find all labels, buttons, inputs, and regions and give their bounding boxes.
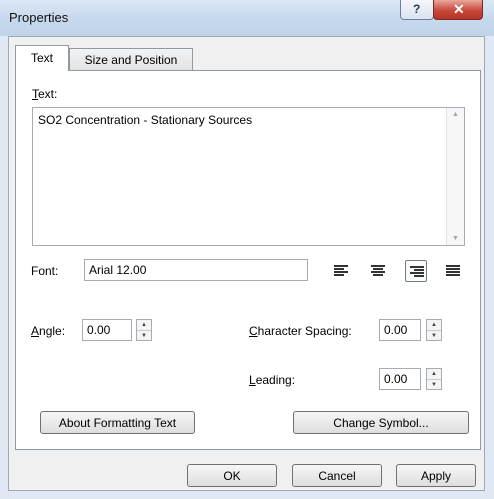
ok-button[interactable]: OK bbox=[187, 464, 277, 487]
close-icon: ✕ bbox=[453, 1, 465, 17]
apply-button[interactable]: Apply bbox=[396, 464, 476, 487]
align-center-button[interactable] bbox=[367, 260, 389, 282]
text-input[interactable]: SO2 Concentration - Stationary Sources ▲… bbox=[32, 107, 465, 246]
character-spacing-spinner[interactable]: ▲ ▼ bbox=[426, 319, 442, 341]
close-button[interactable]: ✕ bbox=[433, 0, 483, 20]
scroll-down-icon[interactable]: ▼ bbox=[452, 235, 459, 242]
dialog-client-area: Text Size and Position Text: SO2 Concent… bbox=[8, 36, 485, 491]
tab-text[interactable]: Text bbox=[15, 45, 69, 71]
about-formatting-text-button[interactable]: About Formatting Text bbox=[40, 411, 195, 434]
ok-label: OK bbox=[223, 469, 241, 483]
properties-dialog: Properties ? ✕ Text Size and Position Te… bbox=[0, 0, 494, 499]
leading-field[interactable]: 0.00 bbox=[379, 368, 421, 390]
align-right-icon bbox=[410, 266, 424, 277]
spin-up-icon[interactable]: ▲ bbox=[137, 320, 151, 331]
spin-up-icon[interactable]: ▲ bbox=[427, 369, 441, 380]
font-label: Font: bbox=[31, 264, 59, 278]
font-field[interactable]: Arial 12.00 bbox=[84, 259, 308, 281]
align-left-button[interactable] bbox=[330, 260, 352, 282]
angle-spinner[interactable]: ▲ ▼ bbox=[136, 319, 152, 341]
text-label: Text: bbox=[32, 87, 58, 101]
scroll-up-icon[interactable]: ▲ bbox=[452, 111, 459, 118]
align-center-icon bbox=[371, 265, 385, 276]
leading-spinner[interactable]: ▲ ▼ bbox=[426, 368, 442, 390]
tab-size-and-position[interactable]: Size and Position bbox=[69, 48, 193, 70]
spin-down-icon[interactable]: ▼ bbox=[427, 380, 441, 390]
window-title: Properties bbox=[9, 10, 69, 25]
text-input-value: SO2 Concentration - Stationary Sources bbox=[38, 113, 253, 127]
change-symbol-label: Change Symbol... bbox=[333, 416, 429, 430]
align-left-icon bbox=[334, 265, 348, 276]
align-right-button[interactable] bbox=[405, 260, 427, 282]
spin-up-icon[interactable]: ▲ bbox=[427, 320, 441, 331]
justify-icon bbox=[446, 265, 460, 276]
help-button[interactable]: ? bbox=[400, 0, 434, 20]
question-mark-icon: ? bbox=[413, 2, 421, 16]
apply-label: Apply bbox=[420, 469, 452, 483]
character-spacing-field[interactable]: 0.00 bbox=[379, 319, 421, 341]
about-formatting-text-label: About Formatting Text bbox=[58, 416, 177, 430]
justify-button[interactable] bbox=[442, 260, 464, 282]
spin-down-icon[interactable]: ▼ bbox=[427, 331, 441, 341]
spin-down-icon[interactable]: ▼ bbox=[137, 331, 151, 341]
character-spacing-label: Character Spacing: bbox=[249, 324, 352, 338]
angle-label: Angle: bbox=[31, 324, 66, 338]
change-symbol-button[interactable]: Change Symbol... bbox=[293, 411, 469, 434]
cancel-label: Cancel bbox=[318, 469, 356, 483]
angle-field[interactable]: 0.00 bbox=[82, 319, 132, 341]
title-bar[interactable]: Properties ? ✕ bbox=[0, 0, 494, 36]
text-tab-panel: Text: SO2 Concentration - Stationary Sou… bbox=[15, 70, 481, 450]
text-scrollbar[interactable]: ▲ ▼ bbox=[446, 108, 464, 245]
cancel-button[interactable]: Cancel bbox=[292, 464, 382, 487]
leading-label: Leading: bbox=[249, 373, 296, 387]
